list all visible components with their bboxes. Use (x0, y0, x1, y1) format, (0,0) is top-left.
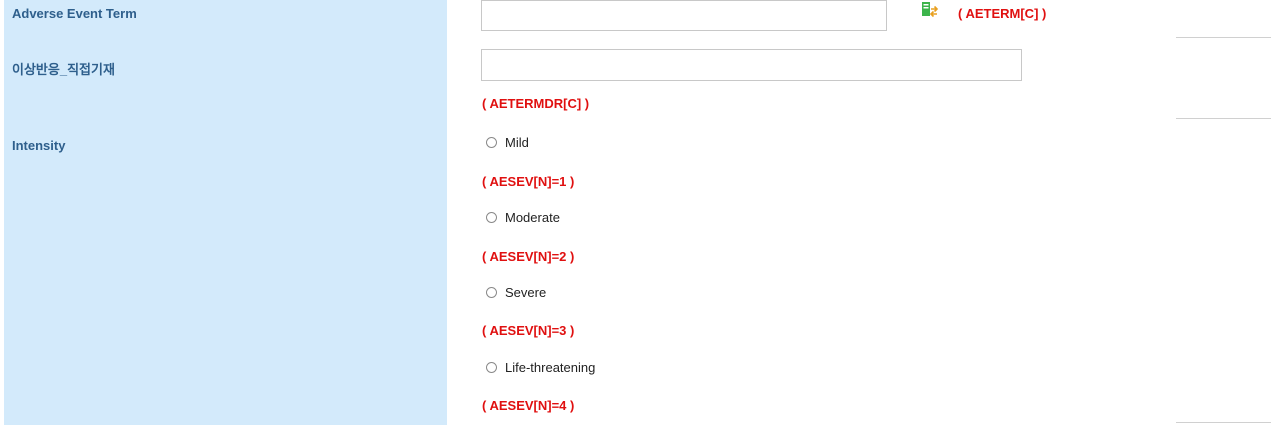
ae-term-direct-label: 이상반응_직접기재 (12, 62, 115, 77)
intensity-option-life-threatening[interactable]: Life-threatening (486, 360, 595, 375)
intensity-code-severe: ( AESEV[N]=3 ) (482, 323, 575, 338)
radio-button[interactable] (486, 287, 497, 298)
row-divider (1176, 118, 1271, 119)
radio-button[interactable] (486, 212, 497, 223)
dictionary-lookup-icon[interactable] (920, 0, 940, 20)
row-divider (1176, 422, 1271, 423)
intensity-option-moderate[interactable]: Moderate (486, 210, 560, 225)
ae-term-direct-input[interactable] (481, 49, 1022, 81)
intensity-option-mild[interactable]: Mild (486, 135, 529, 150)
ae-term-label: Adverse Event Term (12, 6, 137, 21)
option-label: Moderate (505, 210, 560, 225)
intensity-label: Intensity (12, 138, 66, 153)
option-label: Severe (505, 285, 547, 300)
ae-term-direct-code: ( AETERMDR[C] ) (482, 96, 590, 111)
intensity-code-mild: ( AESEV[N]=1 ) (482, 174, 575, 189)
option-label: Life-threatening (505, 360, 596, 375)
intensity-code-life-threatening: ( AESEV[N]=4 ) (482, 398, 575, 413)
option-label: Mild (505, 135, 529, 150)
radio-button[interactable] (486, 362, 497, 373)
intensity-option-severe[interactable]: Severe (486, 285, 546, 300)
ae-term-code: ( AETERM[C] ) (958, 6, 1047, 21)
intensity-code-moderate: ( AESEV[N]=2 ) (482, 249, 575, 264)
ae-term-input[interactable] (481, 0, 887, 31)
row-divider (1176, 37, 1271, 38)
radio-button[interactable] (486, 137, 497, 148)
